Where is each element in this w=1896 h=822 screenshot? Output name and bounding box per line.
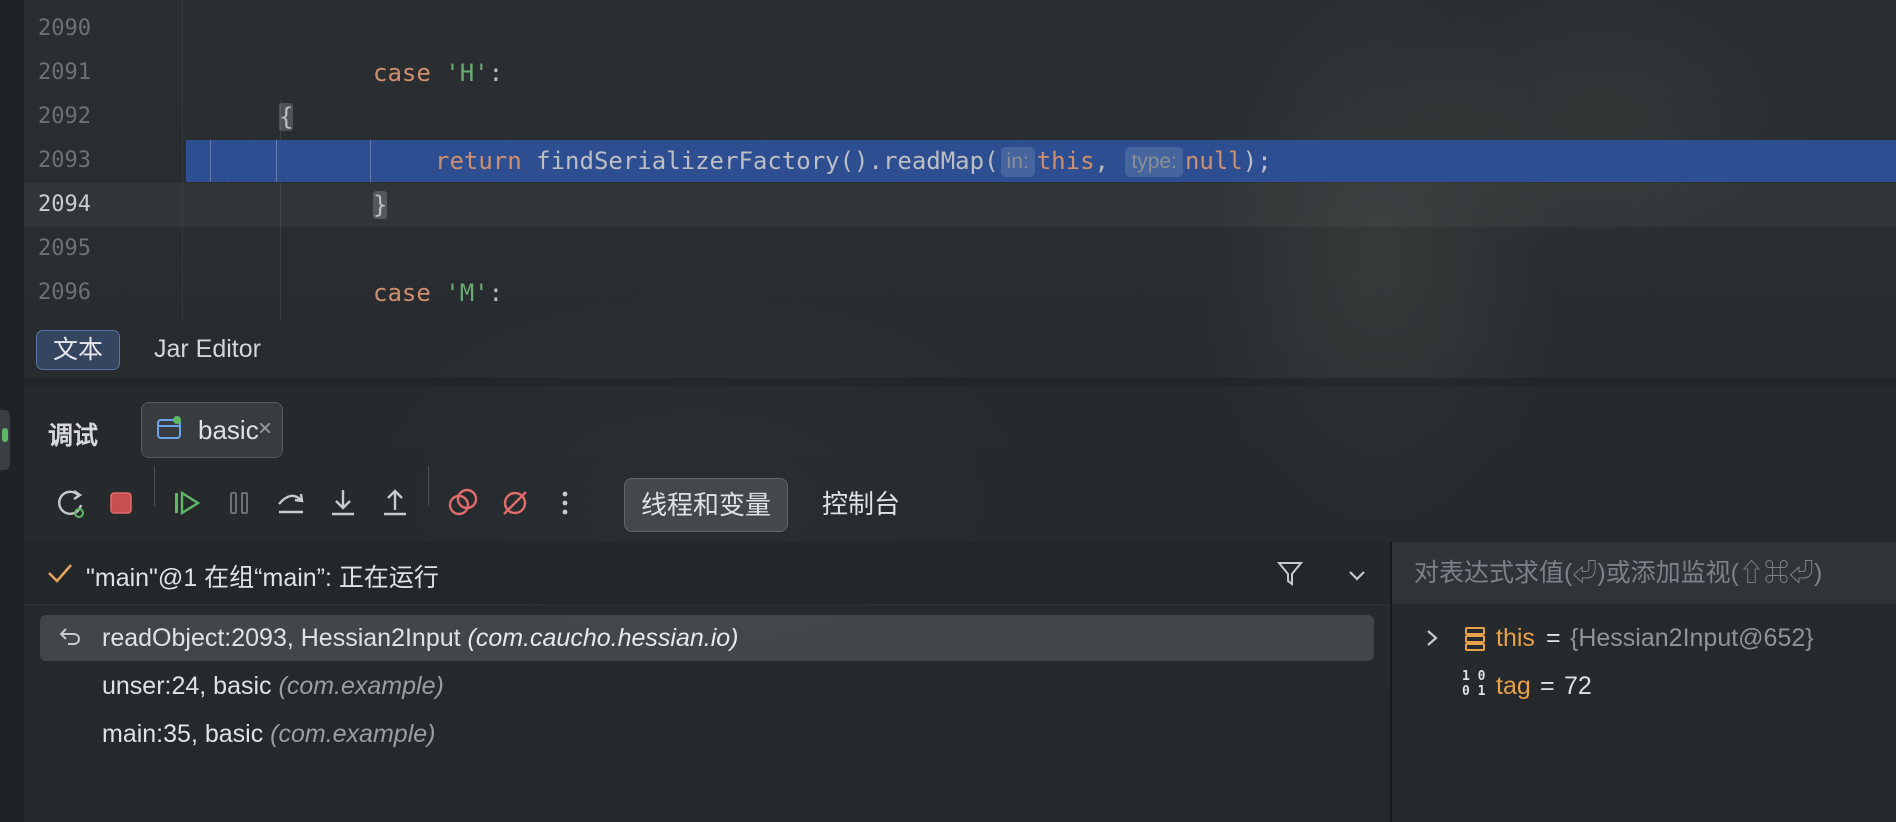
toolbar-separator bbox=[428, 466, 429, 506]
frame-package: (com.example) bbox=[270, 720, 436, 748]
resume-icon[interactable] bbox=[170, 486, 204, 520]
tab-text[interactable]: 文本 bbox=[36, 330, 121, 370]
code-line[interactable]: 2092 { bbox=[24, 95, 1896, 139]
frame-method: main:35, basic bbox=[102, 720, 264, 748]
thread-selector[interactable]: "main"@1 在组“main”: 正在运行 bbox=[24, 542, 1390, 605]
line-number[interactable]: 2094 bbox=[38, 183, 128, 227]
stack-frame[interactable]: unser:24, basic (com.example) bbox=[40, 663, 1374, 709]
rerun-icon[interactable] bbox=[54, 486, 88, 520]
editor-mode-tabs: 文本 Jar Editor bbox=[24, 328, 1896, 376]
binary-icon: 1 00 1 bbox=[1462, 669, 1486, 699]
line-number[interactable]: 2096 bbox=[38, 271, 128, 315]
code-line[interactable]: 2095 bbox=[24, 227, 1896, 271]
code-text: { bbox=[279, 103, 294, 131]
ide-window: 2090 2091 case 'H': 2092 { 2093 return f… bbox=[0, 0, 1896, 822]
code-text: case 'H': bbox=[373, 59, 504, 87]
code-editor[interactable]: 2090 2091 case 'H': 2092 { 2093 return f… bbox=[24, 0, 1896, 320]
line-number[interactable]: 2091 bbox=[38, 51, 128, 95]
view-breakpoints-icon[interactable] bbox=[446, 486, 480, 520]
frame-package: (com.example) bbox=[278, 672, 444, 700]
tab-jar-editor[interactable]: Jar Editor bbox=[138, 330, 277, 368]
code-line-execution[interactable]: 2093 return findSerializerFactory().read… bbox=[24, 139, 1896, 183]
code-text: } bbox=[373, 191, 388, 219]
line-number[interactable]: 2095 bbox=[38, 227, 128, 271]
code-text: return findSerializerFactory().readMap(i… bbox=[435, 147, 1272, 177]
pause-icon[interactable] bbox=[222, 486, 256, 520]
tab-threads-variables[interactable]: 线程和变量 bbox=[624, 478, 789, 532]
variable-row[interactable]: 1 00 1 tag = 72 bbox=[1392, 663, 1896, 709]
debug-session-tab[interactable]: basic × bbox=[141, 402, 283, 458]
step-into-icon[interactable] bbox=[326, 486, 360, 520]
variable-equals: = bbox=[1546, 624, 1561, 652]
expand-icon[interactable] bbox=[1422, 627, 1442, 649]
line-number[interactable]: 2092 bbox=[38, 95, 128, 139]
debug-indicator-icon bbox=[2, 428, 8, 442]
parameter-hint: type: bbox=[1125, 147, 1183, 177]
code-line[interactable]: 2091 case 'H': bbox=[24, 51, 1896, 95]
variables-panel: this = {Hessian2Input@652} 1 00 1 tag = … bbox=[1392, 542, 1896, 822]
variable-name: this bbox=[1496, 624, 1535, 652]
line-number[interactable]: 2093 bbox=[38, 139, 128, 183]
step-over-icon[interactable] bbox=[274, 486, 308, 520]
object-icon bbox=[1465, 627, 1485, 651]
frame-method: unser:24, basic bbox=[102, 672, 272, 700]
left-tool-strip bbox=[0, 0, 24, 822]
variable-value: {Hessian2Input@652} bbox=[1570, 624, 1814, 652]
session-tab-label: basic bbox=[198, 415, 259, 445]
code-text: case 'M': bbox=[373, 279, 504, 307]
variable-row[interactable]: this = {Hessian2Input@652} bbox=[1392, 615, 1896, 661]
frame-package: (com.caucho.hessian.io) bbox=[467, 624, 739, 652]
stop-icon[interactable] bbox=[104, 486, 138, 520]
stack-frame[interactable]: readObject:2093, Hessian2Input (com.cauc… bbox=[40, 615, 1374, 661]
check-icon bbox=[48, 564, 72, 583]
filter-icon[interactable] bbox=[1276, 559, 1304, 587]
debug-panel-title: 调试 bbox=[48, 422, 99, 450]
evaluate-expression-input[interactable] bbox=[1392, 542, 1896, 604]
code-line[interactable]: 2090 bbox=[24, 7, 1896, 51]
tab-console[interactable]: 控制台 bbox=[806, 478, 916, 530]
chevron-down-icon[interactable] bbox=[1346, 564, 1368, 586]
window-icon bbox=[157, 416, 181, 439]
parameter-hint: in: bbox=[1000, 147, 1035, 177]
return-frame-icon bbox=[59, 628, 80, 645]
more-icon[interactable] bbox=[548, 486, 582, 520]
line-number[interactable]: 2090 bbox=[38, 7, 128, 51]
variable-equals: = bbox=[1540, 672, 1555, 700]
frames-panel: "main"@1 在组“main”: 正在运行 readObject:2093,… bbox=[24, 542, 1390, 822]
variable-name: tag bbox=[1496, 672, 1531, 700]
code-line-current[interactable]: 2094 } bbox=[24, 183, 1896, 227]
frame-method: readObject:2093, Hessian2Input bbox=[102, 624, 461, 652]
variable-value: 72 bbox=[1564, 672, 1592, 700]
mute-breakpoints-icon[interactable] bbox=[498, 486, 532, 520]
step-out-icon[interactable] bbox=[378, 486, 412, 520]
close-icon[interactable]: × bbox=[258, 415, 272, 443]
stack-frame[interactable]: main:35, basic (com.example) bbox=[40, 711, 1374, 757]
code-line[interactable]: 2096 case 'M': bbox=[24, 271, 1896, 315]
panel-splitter[interactable] bbox=[24, 378, 1896, 386]
toolbar-separator bbox=[154, 466, 155, 506]
thread-status-text: "main"@1 在组“main”: 正在运行 bbox=[86, 564, 439, 592]
